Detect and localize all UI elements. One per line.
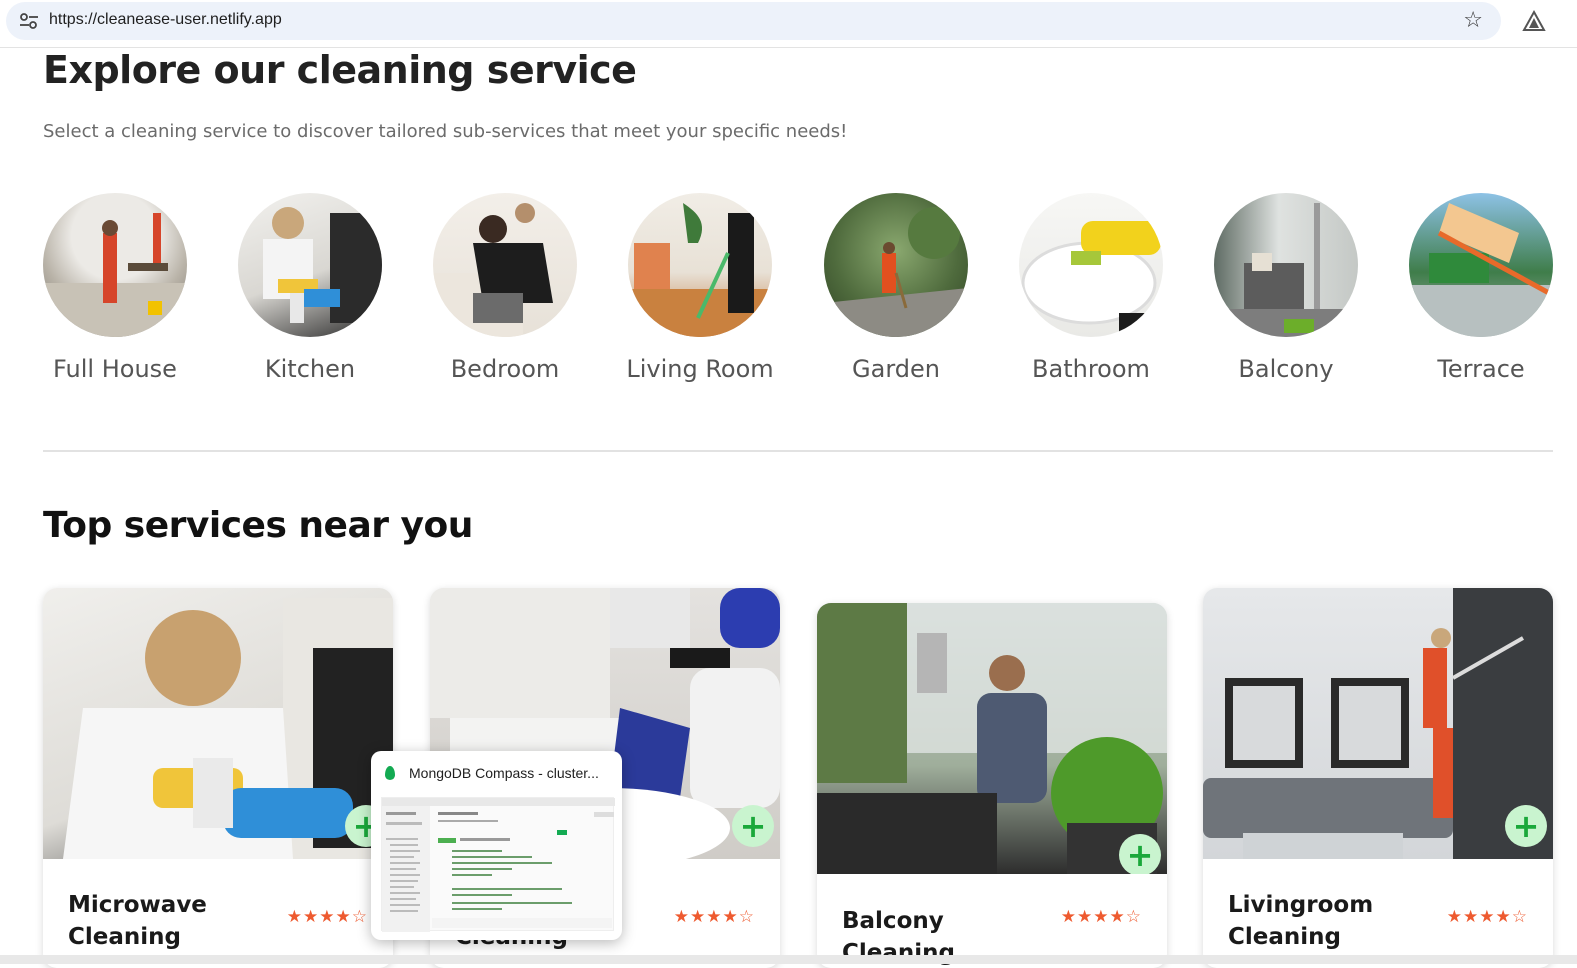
plus-icon: +	[1126, 836, 1154, 874]
category-list: Full House Kitchen Bedroom Living Room G…	[43, 193, 1577, 393]
plus-icon: +	[1512, 807, 1540, 845]
add-button[interactable]: +	[1119, 834, 1161, 874]
category-image[interactable]	[1019, 193, 1163, 337]
mongodb-leaf-icon	[385, 766, 395, 780]
category-image[interactable]	[43, 193, 187, 337]
card-body: Microwave Cleaning ★★★★☆	[43, 859, 393, 968]
service-image[interactable]: +	[817, 603, 1167, 874]
section-title: Top services near you	[43, 505, 473, 546]
section-divider	[43, 450, 1553, 452]
star-outline-icon[interactable]: ☆	[1463, 8, 1483, 33]
service-card[interactable]: + Balcony Cleaning ★★★★☆	[817, 603, 1167, 968]
service-title: Livingroom Cleaning	[1228, 892, 1374, 950]
star-rating: ★★★★☆	[1446, 907, 1528, 927]
service-title: Microwave Cleaning	[68, 892, 207, 950]
window-bottom-edge	[0, 955, 1577, 964]
category-label: Full House	[53, 355, 177, 383]
star-rating: ★★★★☆	[673, 907, 755, 927]
category-label: Bathroom	[1032, 355, 1150, 383]
star-rating: ★★★★☆	[286, 907, 368, 927]
address-bar[interactable]: https://cleanease-user.netlify.app ☆	[6, 2, 1501, 40]
category-image[interactable]	[433, 193, 577, 337]
add-button[interactable]: +	[1505, 805, 1547, 847]
category-balcony[interactable]: Balcony	[1191, 193, 1381, 383]
service-image[interactable]: +	[43, 588, 393, 859]
category-label: Terrace	[1437, 355, 1525, 383]
category-kitchen[interactable]: Kitchen	[215, 193, 405, 383]
category-image[interactable]	[238, 193, 382, 337]
window-preview[interactable]: MongoDB Compass - cluster...	[371, 751, 622, 940]
category-image[interactable]	[1409, 193, 1553, 337]
url-text[interactable]: https://cleanease-user.netlify.app	[49, 11, 282, 29]
category-label: Kitchen	[264, 355, 356, 383]
window-thumbnail[interactable]	[381, 797, 615, 932]
plus-icon: +	[739, 807, 767, 845]
category-living-room[interactable]: Living Room	[605, 193, 795, 383]
add-button[interactable]: +	[732, 805, 774, 847]
service-card[interactable]: + Livingroom Cleaning ★★★★☆	[1203, 588, 1553, 968]
category-terrace[interactable]: Terrace	[1386, 193, 1576, 383]
category-garden[interactable]: Garden	[801, 193, 991, 383]
service-card[interactable]: + Microwave Cleaning ★★★★☆	[43, 588, 393, 968]
category-label: Garden	[852, 355, 940, 383]
category-image[interactable]	[1214, 193, 1358, 337]
star-rating: ★★★★☆	[1060, 907, 1142, 927]
category-full-house[interactable]: Full House	[20, 193, 210, 383]
tune-icon[interactable]	[18, 11, 40, 31]
category-label: Balcony	[1238, 355, 1334, 383]
browser-toolbar: https://cleanease-user.netlify.app ☆	[0, 0, 1577, 48]
page-subtitle: Select a cleaning service to discover ta…	[43, 121, 848, 142]
card-body: Balcony Cleaning ★★★★☆	[817, 874, 1167, 968]
category-bathroom[interactable]: Bathroom	[996, 193, 1186, 383]
category-bedroom[interactable]: Bedroom	[410, 193, 600, 383]
service-image[interactable]: +	[1203, 588, 1553, 859]
category-label: Bedroom	[450, 355, 560, 383]
page-title: Explore our cleaning service	[43, 48, 637, 92]
window-preview-header[interactable]: MongoDB Compass - cluster...	[371, 751, 622, 795]
category-image[interactable]	[824, 193, 968, 337]
triangle-icon[interactable]	[1522, 9, 1546, 33]
window-preview-title: MongoDB Compass - cluster...	[409, 765, 599, 781]
category-image[interactable]	[628, 193, 772, 337]
category-label: Living Room	[626, 355, 774, 383]
card-body: Livingroom Cleaning ★★★★☆	[1203, 859, 1553, 968]
